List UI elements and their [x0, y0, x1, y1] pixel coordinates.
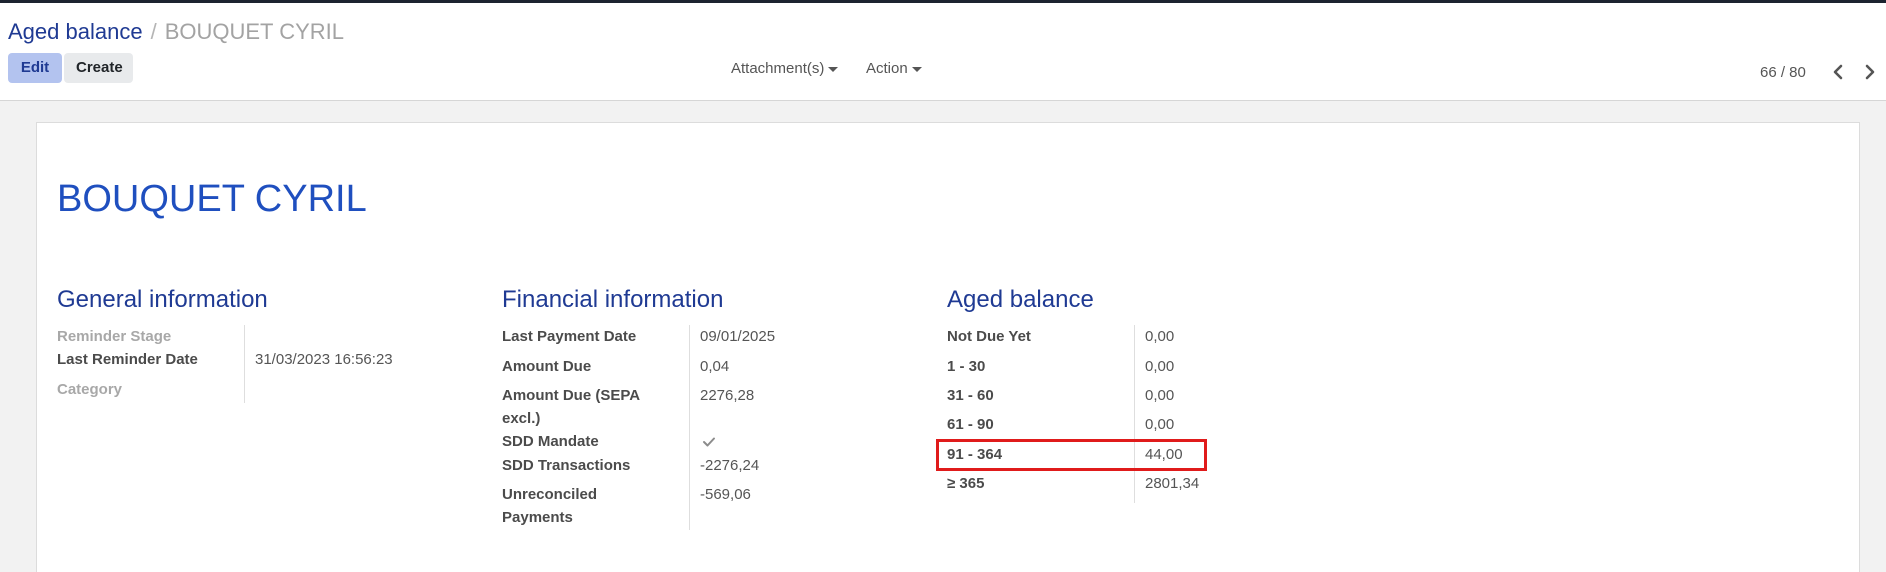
aged-row-value: 0,00	[1145, 328, 1175, 345]
general-information-title: General information	[57, 286, 268, 313]
attachments-dropdown-label: Attachment(s)	[731, 60, 825, 77]
sdd-transactions-label: SDD Transactions	[502, 457, 631, 474]
breadcrumb-parent-link[interactable]: Aged balance	[8, 19, 143, 44]
chevron-left-icon	[1833, 64, 1843, 80]
highlight-box	[936, 439, 1207, 471]
unreconciled-payments-label-line1: Unreconciled	[502, 486, 598, 503]
aged-balance-title: Aged balance	[947, 286, 1094, 313]
sdd-mandate-checkbox[interactable]	[700, 433, 718, 451]
aged-row-value: 0,00	[1145, 416, 1175, 433]
category-label: Category	[57, 381, 123, 398]
pager-counter[interactable]: 66 / 80	[1760, 64, 1806, 81]
aged-row-value: 2801,34	[1145, 475, 1200, 492]
chevron-right-icon	[1865, 64, 1875, 80]
unreconciled-payments-value: -569,06	[700, 486, 751, 503]
breadcrumb: Aged balance / BOUQUET CYRIL	[8, 19, 344, 45]
last-payment-date-label: Last Payment Date	[502, 328, 637, 345]
caret-down-icon	[911, 66, 922, 72]
amount-due-sepa-label-line1: Amount Due (SEPA	[502, 387, 641, 404]
aged-row-label: 1 - 30	[947, 358, 986, 375]
aged-row-label: 61 - 90	[947, 416, 994, 433]
amount-due-sepa-label-line2: excl.)	[502, 410, 541, 427]
amount-due-label: Amount Due	[502, 358, 592, 375]
edit-button[interactable]: Edit	[8, 53, 62, 83]
reminder-stage-label: Reminder Stage	[57, 328, 172, 345]
general-divider	[244, 325, 245, 403]
financial-information-title: Financial information	[502, 286, 724, 313]
aged-row-label: ≥ 365	[947, 475, 985, 492]
aged-row-label: 31 - 60	[947, 387, 994, 404]
checkmark-icon	[700, 433, 718, 451]
action-dropdown-label: Action	[866, 60, 908, 77]
aged-row-label: Not Due Yet	[947, 328, 1031, 345]
unreconciled-payments-label-line2: Payments	[502, 509, 573, 526]
create-button[interactable]: Create	[64, 53, 133, 83]
financial-divider	[689, 325, 690, 530]
action-dropdown[interactable]: Action	[866, 60, 922, 77]
amount-due-value: 0,04	[700, 358, 730, 375]
attachments-dropdown[interactable]: Attachment(s)	[731, 60, 839, 77]
caret-down-icon	[828, 66, 839, 72]
last-payment-date-value: 09/01/2025	[700, 328, 776, 345]
record-title: BOUQUET CYRIL	[57, 178, 367, 220]
pager-previous-button[interactable]	[1828, 61, 1848, 83]
aged-row-value: 0,00	[1145, 387, 1175, 404]
aged-divider	[1134, 325, 1135, 503]
sdd-mandate-label: SDD Mandate	[502, 433, 599, 450]
sdd-transactions-value: -2276,24	[700, 457, 760, 474]
control-panel: Aged balance / BOUQUET CYRIL Edit Create A…	[0, 3, 1886, 101]
breadcrumb-current: BOUQUET CYRIL	[164, 19, 344, 44]
pager-next-button[interactable]	[1860, 61, 1880, 83]
aged-row-value: 0,00	[1145, 358, 1175, 375]
breadcrumb-separator: /	[150, 19, 157, 44]
last-reminder-date-label: Last Reminder Date	[57, 351, 198, 368]
last-reminder-date-value: 31/03/2023 16:56:23	[255, 351, 393, 368]
amount-due-sepa-value: 2276,28	[700, 387, 755, 404]
